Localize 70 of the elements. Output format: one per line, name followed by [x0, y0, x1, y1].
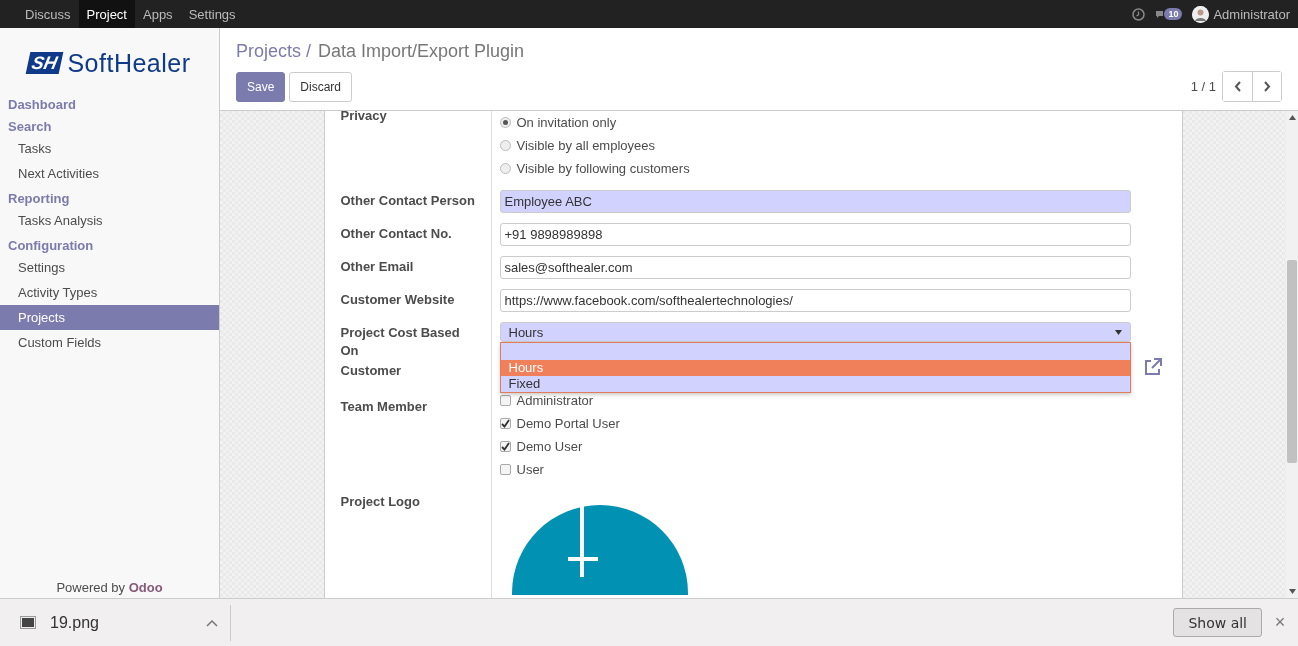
sidebar-item[interactable]: Activity Types	[0, 280, 219, 305]
field-label: Project Logo	[340, 493, 421, 511]
text-field[interactable]: https://www.facebook.com/softhealertechnologies/	[499, 289, 1131, 312]
text-field[interactable]: +91 9898989898	[499, 223, 1131, 246]
clock-icon[interactable]	[1132, 7, 1146, 21]
file-name[interactable]: 19.png	[50, 613, 192, 632]
show-all-button[interactable]: Show all	[1173, 608, 1262, 637]
close-button[interactable]: ×	[1262, 612, 1298, 633]
scroll-up-arrow-icon[interactable]	[1288, 115, 1296, 120]
menu-item[interactable]: Apps	[135, 0, 181, 28]
chevron-right-icon	[1263, 81, 1271, 92]
sidebar-item[interactable]: Custom Fields	[0, 330, 219, 355]
field-label: Project Cost Based On	[340, 324, 461, 360]
user-name[interactable]: Administrator	[1213, 6, 1290, 22]
text-field[interactable]: sales@softhealer.com	[499, 256, 1131, 279]
avatar-icon[interactable]	[1192, 5, 1210, 23]
radio-label: Visible by following customers	[516, 161, 690, 176]
checkbox-label: Demo Portal User	[516, 416, 620, 431]
image-file-icon[interactable]	[20, 616, 36, 629]
dropdown-option[interactable]: Fixed	[500, 376, 1130, 392]
sidebar-item[interactable]: Tasks Analysis	[0, 208, 219, 233]
save-button[interactable]: Save	[236, 71, 286, 102]
menu-section[interactable]: Reporting	[0, 190, 219, 208]
field-label: Other Contact No.	[340, 225, 453, 243]
radio-button[interactable]	[499, 117, 511, 128]
checkbox[interactable]	[499, 441, 511, 452]
sidebar-item[interactable]: Next Activities	[0, 161, 219, 186]
checkbox-label: User	[516, 462, 544, 477]
chevron-up-icon[interactable]	[206, 618, 218, 627]
sidebar-item[interactable]: Tasks	[0, 136, 219, 161]
menu-section[interactable]: Configuration	[0, 237, 219, 255]
menu-section[interactable]: Search	[0, 118, 219, 136]
chat-icon[interactable]	[1155, 9, 1165, 19]
menu-item[interactable]: Discuss	[17, 0, 79, 28]
logo-mark: SH	[26, 52, 64, 74]
external-link-icon[interactable]	[1142, 357, 1163, 377]
field-label: Privacy	[340, 111, 388, 125]
select-field[interactable]: Hours	[499, 322, 1131, 342]
sidebar-item[interactable]: Projects	[0, 305, 219, 330]
radio-label: On invitation only	[516, 115, 617, 130]
checkbox[interactable]	[499, 395, 511, 406]
sidebar-item[interactable]: Settings	[0, 255, 219, 280]
checkbox[interactable]	[499, 418, 511, 429]
powered-by-text: Powered by Odoo	[55, 580, 164, 597]
menu-item[interactable]: Settings	[180, 0, 244, 28]
field-label: Customer	[340, 362, 403, 380]
checkbox-label: Demo User	[516, 439, 583, 454]
checkbox-label: Administrator	[516, 393, 594, 408]
dropdown-caret-icon	[1114, 329, 1122, 335]
pager-count: 1 / 1	[1190, 79, 1216, 94]
chevron-left-icon	[1233, 81, 1242, 92]
field-label: Customer Website	[340, 291, 456, 309]
scroll-down-arrow-icon[interactable]	[1288, 589, 1296, 594]
message-count-badge: 10	[1164, 8, 1183, 20]
field-label: Other Contact Person	[340, 192, 476, 210]
scrollbar[interactable]	[1286, 111, 1298, 598]
radio-button[interactable]	[499, 163, 511, 174]
radio-button[interactable]	[499, 140, 511, 151]
menu-section[interactable]: Dashboard	[0, 96, 219, 114]
menu-item[interactable]: Project	[78, 0, 135, 28]
next-button[interactable]	[1252, 72, 1281, 101]
logo-text: SoftHealer	[67, 48, 191, 78]
checkbox[interactable]	[499, 464, 511, 475]
radio-label: Visible by all employees	[516, 138, 655, 153]
field-label: Team Member	[340, 398, 428, 416]
breadcrumb-link[interactable]: Projects /	[236, 41, 312, 63]
text-field[interactable]: Employee ABC	[499, 190, 1131, 213]
breadcrumb-current: Data Import/Export Plugin	[318, 41, 525, 63]
field-label: Other Email	[340, 258, 415, 276]
discard-button[interactable]: Discard	[289, 71, 353, 102]
